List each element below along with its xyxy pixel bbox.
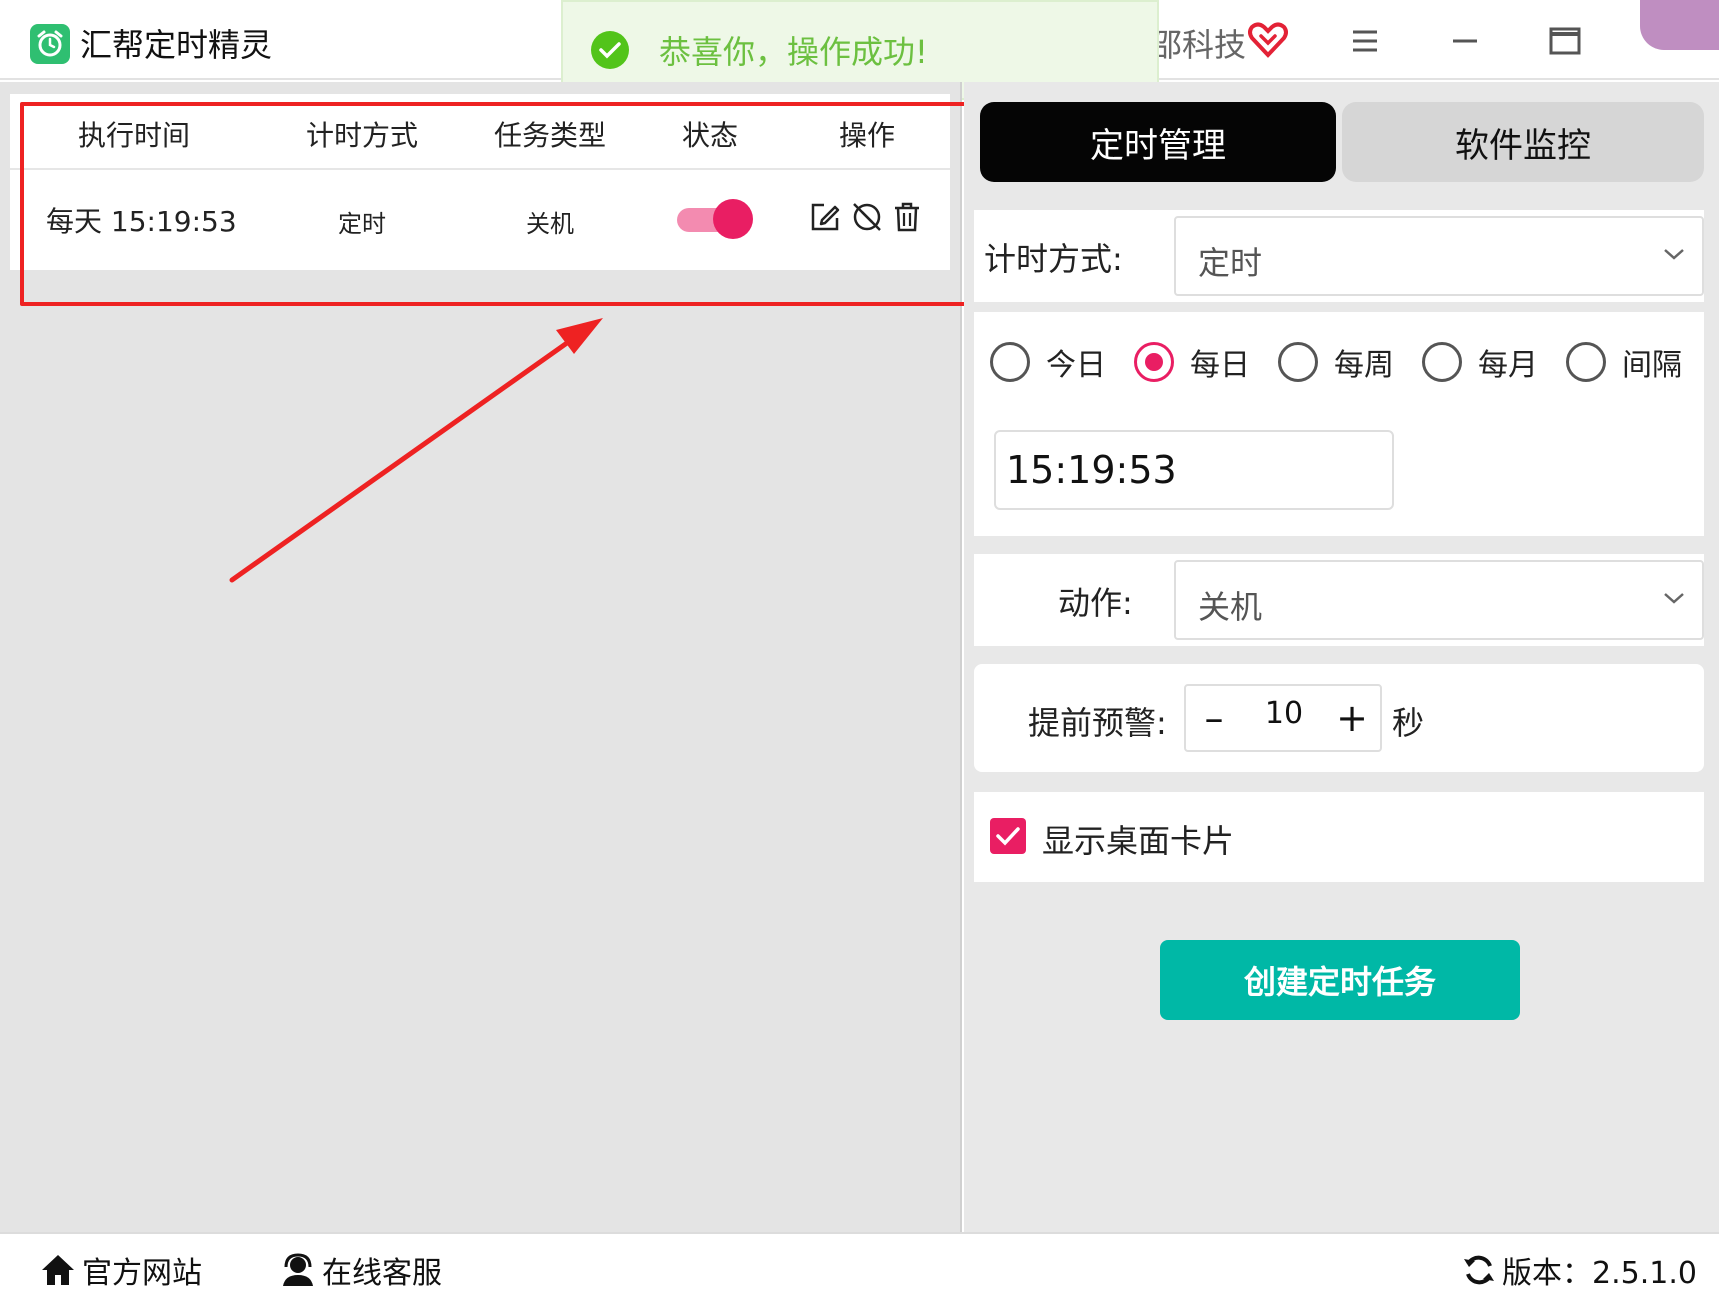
- pause-icon[interactable]: [850, 200, 886, 236]
- task-list-panel: 执行时间 计时方式 任务类型 状态 操作 每天 15:19:53 定时 关机: [0, 82, 962, 1232]
- timing-mode-select[interactable]: 定时: [1174, 216, 1704, 296]
- edit-icon[interactable]: [808, 200, 844, 236]
- brand-name: 邵科技: [1150, 26, 1247, 64]
- radio-today[interactable]: 今日: [990, 340, 1106, 384]
- header-exec-time: 执行时间: [77, 119, 191, 152]
- schedule-card: 今日 每日 每周 每月 间隔: [974, 312, 1704, 536]
- timing-mode-value: 定时: [1198, 244, 1263, 282]
- row-exec-time: 每天 15:19:53: [46, 205, 237, 238]
- maximize-icon[interactable]: [1540, 18, 1590, 64]
- action-select[interactable]: 关机: [1174, 560, 1704, 640]
- warning-label: 提前预警:: [1028, 704, 1167, 742]
- close-icon[interactable]: [1640, 0, 1719, 50]
- menu-icon[interactable]: [1340, 18, 1390, 64]
- radio-interval[interactable]: 间隔: [1566, 340, 1682, 384]
- header-status: 状态: [681, 119, 739, 152]
- table-row: 每天 15:19:53 定时 关机: [10, 170, 950, 270]
- task-table: 执行时间 计时方式 任务类型 状态 操作 每天 15:19:53 定时 关机: [10, 94, 950, 270]
- online-support-link[interactable]: 在线客服: [280, 1248, 442, 1292]
- online-support-label: 在线客服: [322, 1256, 442, 1291]
- tab-software-monitor[interactable]: 软件监控: [1342, 102, 1704, 182]
- increment-button[interactable]: +: [1330, 696, 1374, 740]
- status-bar: 官方网站 在线客服 版本：2.5.1.0: [0, 1232, 1719, 1299]
- create-task-button[interactable]: 创建定时任务: [1160, 940, 1520, 1020]
- action-card: 动作: 关机: [974, 554, 1704, 646]
- action-label: 动作:: [1058, 584, 1133, 622]
- table-header: 执行时间 计时方式 任务类型 状态 操作: [10, 94, 950, 170]
- warning-unit: 秒: [1392, 704, 1425, 742]
- minimize-icon[interactable]: [1440, 18, 1490, 64]
- warning-value-input[interactable]: [1246, 696, 1322, 731]
- refresh-icon: [1464, 1255, 1494, 1285]
- radio-monthly[interactable]: 每月: [1422, 340, 1538, 384]
- radio-daily[interactable]: 每日: [1134, 340, 1250, 384]
- tab-timer-management[interactable]: 定时管理: [980, 102, 1336, 182]
- alarm-clock-icon: [30, 24, 70, 64]
- radio-weekly[interactable]: 每周: [1278, 340, 1394, 384]
- decrement-button[interactable]: –: [1192, 696, 1236, 740]
- time-input[interactable]: [994, 430, 1394, 510]
- timing-mode-card: 计时方式: 定时: [974, 210, 1704, 302]
- warning-card: 提前预警: – + 秒: [974, 664, 1704, 772]
- chevron-down-icon: [1662, 246, 1686, 266]
- status-toggle[interactable]: [671, 197, 755, 241]
- row-task-type: 关机: [526, 210, 574, 238]
- check-circle-icon: [591, 31, 629, 69]
- settings-panel: 定时管理 软件监控 计时方式: 定时 今日 每日 每周 每月 间隔 动作:: [964, 82, 1719, 1232]
- headset-user-icon: [283, 1253, 313, 1286]
- row-timing-mode: 定时: [338, 210, 386, 238]
- toast-message: 恭喜你，操作成功!: [659, 33, 928, 71]
- home-icon: [42, 1255, 74, 1285]
- header-task-type: 任务类型: [493, 119, 607, 152]
- action-value: 关机: [1198, 588, 1263, 626]
- version-info[interactable]: 版本：2.5.1.0: [1462, 1248, 1697, 1292]
- show-card-row: 显示桌面卡片: [974, 792, 1704, 882]
- app-title: 汇帮定时精灵: [80, 26, 273, 64]
- header-actions: 操作: [838, 119, 896, 152]
- official-website-label: 官方网站: [82, 1256, 202, 1291]
- timing-mode-label: 计时方式:: [984, 240, 1123, 278]
- header-timing-mode: 计时方式: [305, 119, 419, 152]
- show-card-label: 显示桌面卡片: [1042, 822, 1235, 860]
- version-label: 版本：2.5.1.0: [1502, 1256, 1697, 1291]
- show-card-checkbox[interactable]: [990, 818, 1026, 854]
- chevron-down-icon: [1662, 590, 1686, 610]
- warning-stepper: – +: [1184, 684, 1382, 752]
- delete-icon[interactable]: [890, 200, 926, 236]
- brand-heart-icon[interactable]: [1248, 22, 1288, 62]
- official-website-link[interactable]: 官方网站: [40, 1248, 202, 1292]
